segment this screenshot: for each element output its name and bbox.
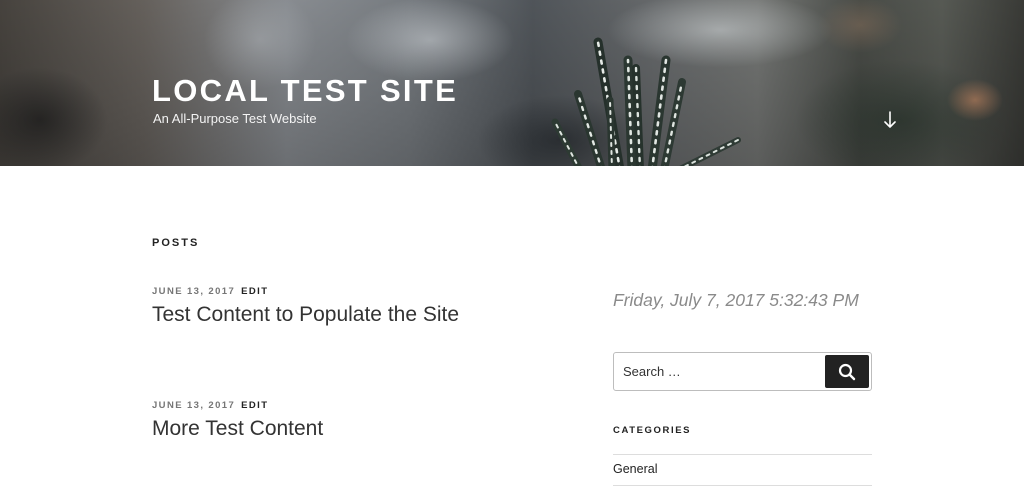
search-icon	[838, 363, 856, 380]
post-item: JUNE 13, 2017 EDIT Test Content to Popula…	[152, 286, 552, 328]
arrow-down-glyph	[884, 111, 896, 128]
search-form	[613, 352, 872, 391]
categories-list: General	[613, 454, 872, 486]
header-plant-image	[551, 37, 741, 166]
posts-section-heading: POSTS	[152, 237, 200, 249]
arrow-down-icon[interactable]	[880, 111, 900, 131]
post-item: JUNE 13, 2017 EDIT More Test Content	[152, 400, 552, 442]
site-description: An All-Purpose Test Website	[153, 111, 317, 126]
post-title-link[interactable]: More Test Content	[152, 416, 552, 442]
post-edit-link[interactable]: EDIT	[241, 286, 268, 297]
category-item-general[interactable]: General	[613, 455, 872, 486]
post-meta: JUNE 13, 2017 EDIT	[152, 400, 552, 412]
site-title[interactable]: LOCAL TEST SITE	[152, 74, 458, 108]
site-header: LOCAL TEST SITE An All-Purpose Test Webs…	[0, 0, 1024, 166]
post-title-link[interactable]: Test Content to Populate the Site	[152, 302, 552, 328]
post-edit-link[interactable]: EDIT	[241, 400, 268, 411]
post-meta: JUNE 13, 2017 EDIT	[152, 286, 552, 298]
post-date[interactable]: JUNE 13, 2017	[152, 286, 235, 297]
categories-widget-title: CATEGORIES	[613, 425, 692, 436]
post-date[interactable]: JUNE 13, 2017	[152, 400, 235, 411]
clock-widget: Friday, July 7, 2017 5:32:43 PM	[613, 290, 859, 310]
search-button[interactable]	[825, 355, 869, 388]
search-input[interactable]	[614, 353, 824, 390]
